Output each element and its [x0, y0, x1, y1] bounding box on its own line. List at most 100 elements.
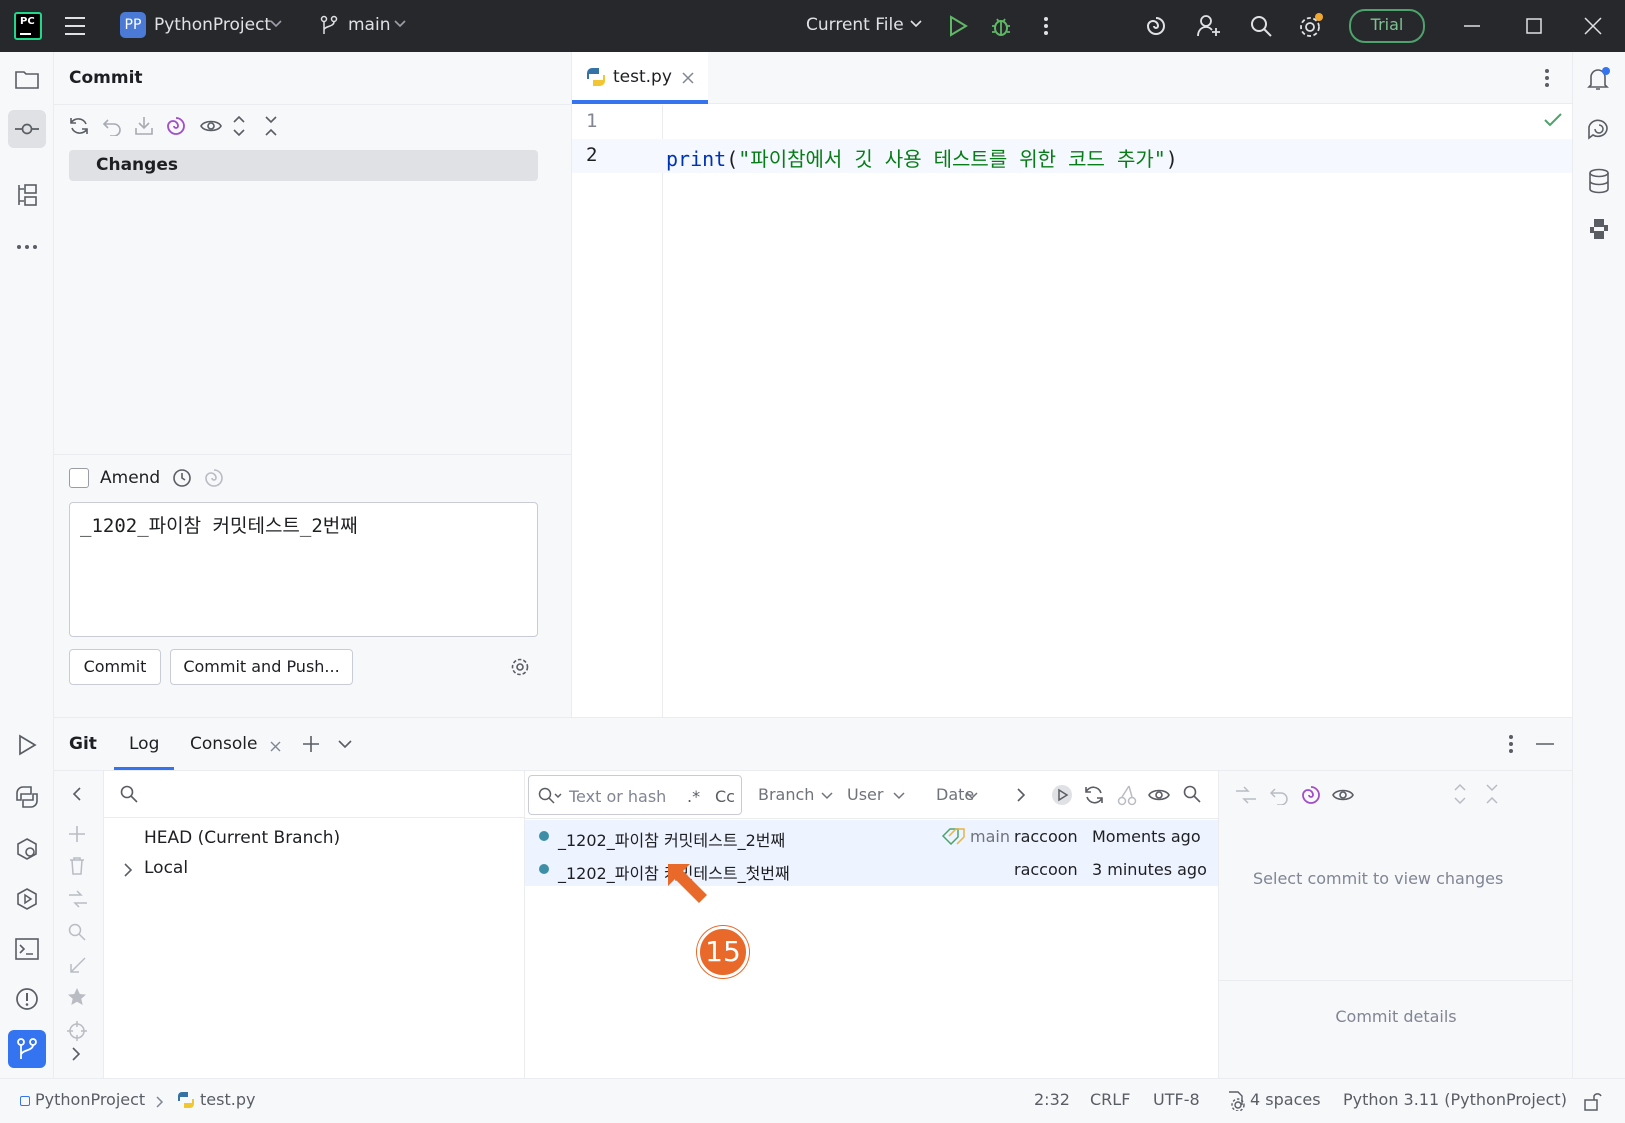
run-tool-button[interactable] — [8, 726, 46, 764]
view-options-eye-icon[interactable] — [199, 116, 223, 136]
close-tab-icon[interactable] — [270, 741, 281, 752]
commit-button[interactable]: Commit — [69, 649, 161, 685]
regex-toggle[interactable]: .* — [687, 787, 700, 806]
unlock-icon[interactable] — [1584, 1091, 1602, 1111]
debug-icon[interactable] — [990, 14, 1012, 38]
add-user-icon[interactable] — [1196, 13, 1222, 39]
chevron-left-icon[interactable] — [72, 787, 81, 801]
structure-tool-button[interactable] — [8, 176, 46, 214]
file-encoding[interactable]: UTF-8 — [1153, 1090, 1200, 1109]
branch-search-icon[interactable] — [120, 785, 138, 803]
chevron-right-icon[interactable] — [124, 863, 133, 877]
rollback-icon[interactable] — [102, 116, 122, 136]
ai-generate-message-icon[interactable] — [204, 468, 224, 488]
chevron-down-icon[interactable] — [338, 740, 352, 749]
changes-group[interactable]: Changes — [69, 150, 538, 181]
settings-gear-icon[interactable] — [1298, 13, 1324, 39]
revert-icon[interactable] — [1269, 785, 1289, 805]
tab-console[interactable]: Console — [190, 734, 258, 754]
indent-setting[interactable]: 4 spaces — [1250, 1090, 1321, 1109]
python-console-icon[interactable] — [1580, 210, 1618, 248]
log-view-options-eye-icon[interactable] — [1147, 785, 1171, 805]
close-tab-icon[interactable] — [682, 72, 694, 84]
chevron-down-icon — [821, 792, 833, 800]
delete-branch-icon[interactable] — [69, 857, 85, 875]
breadcrumb-file[interactable]: test.py — [200, 1090, 255, 1109]
problems-icon[interactable] — [8, 980, 46, 1018]
trial-button[interactable]: Trial — [1349, 9, 1425, 43]
chevron-right-icon[interactable] — [1017, 788, 1026, 802]
user-filter[interactable]: User — [847, 785, 883, 804]
add-tab-icon[interactable] — [302, 735, 320, 753]
ai-explain-icon[interactable] — [1301, 785, 1321, 805]
commit-tool-button[interactable] — [8, 110, 46, 148]
run-icon[interactable] — [948, 15, 968, 37]
chevron-right-icon[interactable] — [72, 1047, 81, 1061]
commit-message-input[interactable]: _1202_파이참 커밋테스트_2번째 — [69, 502, 538, 637]
ai-chat-icon[interactable] — [1580, 110, 1618, 148]
locate-target-icon[interactable] — [67, 1021, 87, 1041]
amend-checkbox[interactable] — [69, 468, 89, 488]
collapse-all-icon[interactable] — [264, 115, 278, 137]
branch-node-local[interactable]: Local — [144, 858, 188, 878]
log-search-input[interactable]: Text or hash .* Cc — [528, 775, 742, 815]
favorite-star-icon[interactable] — [67, 987, 87, 1007]
code-line[interactable]: print("파이참에서 깃 사용 테스트를 위한 코드 추가") — [666, 143, 1178, 172]
project-tool-button[interactable] — [8, 60, 46, 98]
caret-position[interactable]: 2:32 — [1034, 1090, 1070, 1109]
commit-row[interactable]: _1202_파이참 커밋테스트_2번째 main raccoon Moments… — [525, 820, 1218, 853]
compare-branches-icon[interactable] — [68, 889, 88, 909]
line-separator[interactable]: CRLF — [1090, 1090, 1130, 1109]
commit-history-clock-icon[interactable] — [172, 468, 192, 488]
ai-assistant-icon[interactable] — [1144, 14, 1168, 38]
project-name[interactable]: PythonProject — [154, 15, 271, 35]
more-vertical-icon[interactable] — [1043, 16, 1049, 36]
match-case-toggle[interactable]: Cc — [715, 787, 735, 806]
main-menu-icon[interactable] — [64, 16, 86, 36]
minimize-icon[interactable] — [1464, 25, 1480, 27]
expand-all-icon[interactable] — [1453, 783, 1467, 805]
branch-node-head[interactable]: HEAD (Current Branch) — [144, 828, 340, 848]
services-icon[interactable] — [8, 830, 46, 868]
maximize-icon[interactable] — [1526, 18, 1542, 34]
inspection-ok-check-icon[interactable] — [1544, 113, 1562, 127]
shelve-icon[interactable] — [134, 116, 154, 136]
refresh-icon[interactable] — [68, 116, 90, 136]
services-run-icon[interactable] — [8, 880, 46, 918]
commit-and-push-button[interactable]: Commit and Push... — [170, 649, 353, 685]
cherry-pick-play-icon[interactable] — [1051, 784, 1073, 806]
search-options-icon[interactable] — [538, 787, 562, 805]
collapse-all-icon[interactable] — [1485, 783, 1499, 805]
notifications-icon[interactable] — [1580, 60, 1618, 98]
breadcrumb-project[interactable]: PythonProject — [35, 1090, 145, 1109]
tab-log[interactable]: Log — [129, 734, 159, 754]
log-search-icon[interactable] — [1183, 785, 1201, 803]
commit-row[interactable]: _1202_파이참 커밋테스트_첫번째 raccoon 3 minutes ag… — [525, 853, 1218, 886]
branch-filter[interactable]: Branch — [758, 785, 814, 804]
commit-options-gear-icon[interactable] — [510, 657, 530, 677]
run-config-selector[interactable]: Current File — [806, 15, 904, 35]
python-packages-icon[interactable] — [8, 778, 46, 816]
expand-all-icon[interactable] — [232, 115, 246, 137]
compare-icon[interactable] — [1235, 785, 1257, 805]
details-view-eye-icon[interactable] — [1331, 785, 1355, 805]
close-icon[interactable] — [1584, 17, 1602, 35]
hide-panel-icon[interactable] — [1536, 743, 1554, 745]
search-icon[interactable] — [1249, 14, 1273, 38]
cherry-pick-icon[interactable] — [1117, 784, 1137, 806]
database-icon[interactable] — [1580, 162, 1618, 200]
editor-tab-test-py[interactable]: test.py — [572, 52, 708, 104]
more-vertical-icon[interactable] — [1508, 734, 1514, 754]
git-tool-button[interactable] — [8, 1030, 46, 1068]
refresh-log-icon[interactable] — [1083, 784, 1105, 806]
new-branch-plus-icon[interactable] — [68, 825, 86, 843]
python-interpreter[interactable]: Python 3.11 (PythonProject) — [1343, 1090, 1567, 1109]
search-branch-icon[interactable] — [68, 923, 86, 941]
commit-details-pane: Select commit to view changes Commit det… — [1218, 771, 1573, 1079]
fetch-icon[interactable] — [68, 957, 86, 975]
terminal-icon[interactable] — [8, 930, 46, 968]
editor-more-icon[interactable] — [1544, 68, 1550, 88]
ai-commit-icon[interactable] — [166, 116, 186, 136]
more-tools-icon[interactable] — [8, 228, 46, 266]
branch-selector[interactable]: main — [348, 15, 390, 35]
